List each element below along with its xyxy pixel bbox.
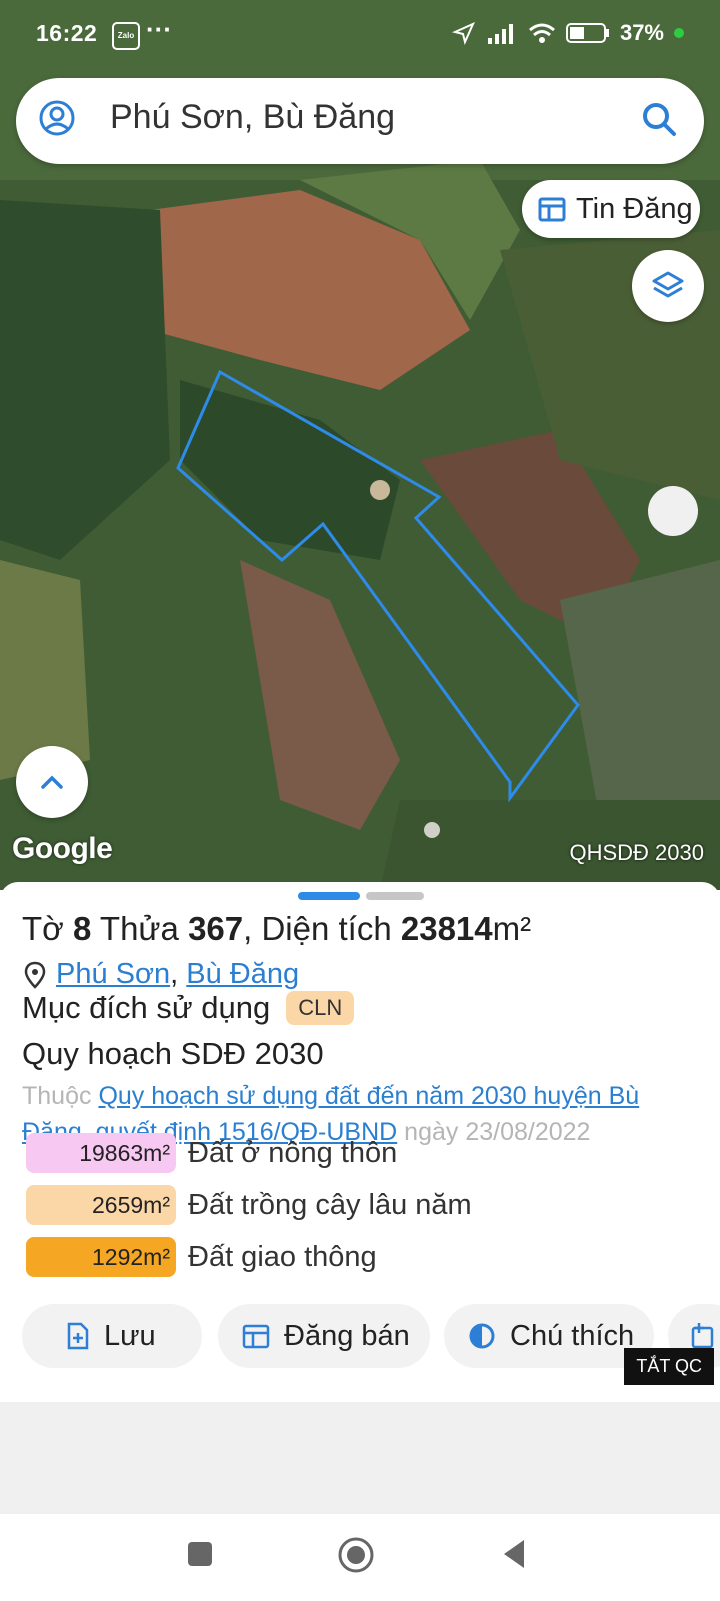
system-nav-bar — [0, 1514, 720, 1601]
add-image-icon — [691, 1323, 714, 1349]
listings-label: Tin Đăng — [576, 192, 693, 225]
search-bar[interactable]: Phú Sơn, Bù Đăng — [16, 78, 704, 164]
back-icon[interactable] — [500, 1538, 528, 1570]
map-layer-label: QHSDĐ 2030 — [569, 840, 704, 865]
land-use-area-badge: 19863m² — [26, 1133, 176, 1173]
purpose-code-badge: CLN — [286, 991, 355, 1025]
land-use-label: Đất giao thông — [188, 1240, 377, 1273]
close-ad-button[interactable]: TẮT QC — [624, 1348, 714, 1385]
commune-link[interactable]: Phú Sơn — [56, 958, 170, 991]
land-use-area-badge: 1292m² — [26, 1237, 176, 1277]
ad-placeholder — [0, 1402, 720, 1514]
district-link[interactable]: Bù Đăng — [186, 958, 299, 991]
privacy-indicator-dot — [674, 28, 684, 38]
satellite-map[interactable]: 16:22 Zalo ··· 37% Phú Sơn, Bù Đăng Tin … — [0, 0, 720, 890]
parcel-location: Phú Sơn, Bù Đăng — [24, 958, 299, 991]
search-input[interactable]: Phú Sơn, Bù Đăng — [110, 98, 395, 137]
recent-apps-icon[interactable] — [186, 1540, 214, 1568]
more-notifications-icon: ··· — [146, 14, 172, 44]
land-purpose-row: Mục đích sử dụng CLN — [22, 990, 355, 1026]
legend-label: Chú thích — [510, 1319, 635, 1352]
sheet-handle-active[interactable] — [298, 892, 360, 900]
land-use-row: 1292m² Đất giao thông — [26, 1236, 377, 1278]
post-sale-label: Đăng bán — [284, 1319, 410, 1352]
layers-button[interactable] — [632, 250, 704, 322]
parcel-title: Tờ 8 Thửa 367, Diện tích 23814m² — [22, 910, 532, 947]
account-icon[interactable] — [38, 99, 76, 137]
status-bar: 16:22 Zalo ··· 37% — [0, 0, 720, 68]
land-use-label: Đất trồng cây lâu năm — [188, 1188, 472, 1221]
home-icon[interactable] — [337, 1536, 375, 1574]
plan-title: Quy hoạch SDĐ 2030 — [22, 1036, 324, 1071]
land-use-label: Đất ở nông thôn — [188, 1136, 398, 1169]
chevron-up-icon — [41, 775, 63, 789]
decision-date: ngày 23/08/2022 — [404, 1118, 591, 1146]
calendar-list-icon — [538, 197, 566, 222]
add-file-icon — [67, 1322, 89, 1350]
land-use-area-badge: 2659m² — [26, 1185, 176, 1225]
battery-icon — [565, 23, 609, 43]
google-logo: Google — [12, 832, 113, 865]
land-use-row: 2659m² Đất trồng cây lâu năm — [26, 1184, 472, 1226]
land-use-row: 19863m² Đất ở nông thôn — [26, 1132, 397, 1174]
expand-up-button[interactable] — [16, 746, 88, 818]
action-bar: Lưu Đăng bán Chú thích — [22, 1304, 720, 1368]
battery-percent: 37% — [619, 20, 664, 45]
contrast-icon — [469, 1323, 495, 1349]
listings-button[interactable]: Tin Đăng — [522, 180, 700, 238]
location-pin-icon — [24, 961, 46, 989]
calendar-list-icon — [242, 1324, 270, 1349]
location-arrow-icon — [451, 22, 475, 45]
parcel-info-sheet: Tờ 8 Thửa 367, Diện tích 23814m² Phú Sơn… — [0, 882, 720, 1402]
post-sale-button[interactable]: Đăng bán — [218, 1304, 430, 1368]
signal-icon — [487, 24, 513, 44]
purpose-label: Mục đích sử dụng — [22, 990, 271, 1025]
layers-icon — [652, 271, 684, 298]
zalo-icon: Zalo — [112, 22, 140, 50]
current-location-dot[interactable] — [648, 486, 698, 536]
status-time: 16:22 — [36, 20, 98, 46]
search-icon[interactable] — [638, 98, 682, 142]
save-label: Lưu — [104, 1319, 156, 1352]
wifi-icon — [528, 23, 555, 43]
save-button[interactable]: Lưu — [22, 1304, 202, 1368]
legend-button[interactable]: Chú thích — [444, 1304, 654, 1368]
sheet-handle-inactive[interactable] — [366, 892, 424, 900]
